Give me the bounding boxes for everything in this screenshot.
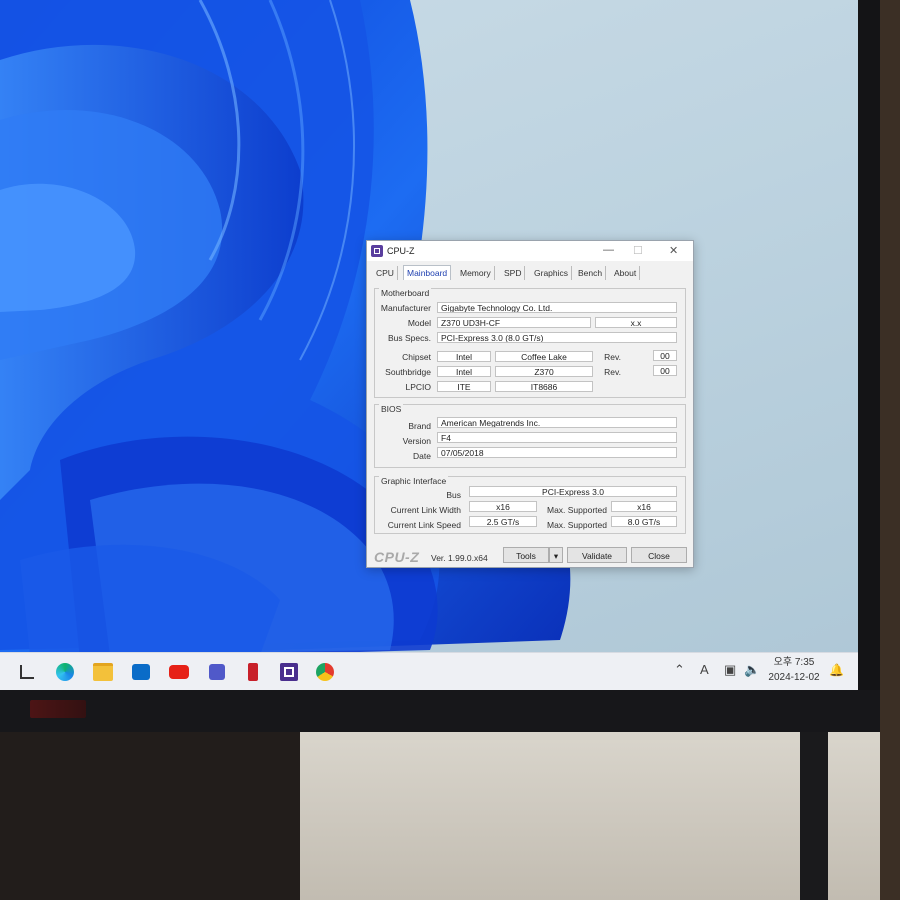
graphic-interface-group: Graphic Interface Bus PCI-Express 3.0 Cu… [374, 476, 686, 534]
desktop-screen: CPU-Z — ☐ ✕ CPU Mainboard Memory SPD Gra… [0, 0, 858, 690]
monitor-stand [800, 732, 828, 900]
cpuz-taskbar-icon[interactable] [278, 661, 300, 683]
teams-icon[interactable] [206, 661, 228, 683]
bios-date-value: 07/05/2018 [437, 447, 677, 458]
monitor-bezel [0, 690, 880, 732]
gi-max-speed-value: 8.0 GT/s [611, 516, 677, 527]
bios-title: BIOS [379, 404, 404, 414]
taskbar: ⌃ A ▣ 🔈 오후 7:35 2024-12-02 🔔 [0, 652, 858, 690]
background-desk [0, 732, 300, 900]
ime-indicator[interactable]: A [700, 662, 709, 677]
southbridge-name: Z370 [495, 366, 593, 377]
busspecs-value: PCI-Express 3.0 (8.0 GT/s) [437, 332, 677, 343]
tools-dropdown-button[interactable]: ▾ [549, 547, 563, 563]
tab-bench[interactable]: Bench [575, 266, 607, 280]
southbridge-rev-value: 00 [653, 365, 677, 376]
manufacturer-label: Manufacturer [380, 303, 431, 313]
red-app-icon[interactable] [242, 661, 264, 683]
tools-button[interactable]: Tools [503, 547, 549, 563]
gi-width-label: Current Link Width [390, 505, 461, 515]
model-label: Model [407, 318, 431, 328]
title-bar: CPU-Z — ☐ ✕ [367, 241, 693, 261]
minimize-button[interactable]: — [603, 244, 614, 256]
validate-button[interactable]: Validate [567, 547, 627, 563]
monitor: CPU-Z — ☐ ✕ CPU Mainboard Memory SPD Gra… [0, 0, 880, 732]
bios-brand-value: American Megatrends Inc. [437, 417, 677, 428]
bios-version-label: Version [402, 436, 431, 446]
southbridge-vendor: Intel [437, 366, 491, 377]
cpuz-logo: CPU-Z [374, 549, 420, 565]
graphic-interface-title: Graphic Interface [379, 476, 449, 486]
bios-group: BIOS Brand American Megatrends Inc. Vers… [374, 404, 686, 468]
bios-date-label: Date [413, 451, 431, 461]
gi-max-speed-label: Max. Supported [546, 520, 607, 530]
cpuz-footer: CPU-Z Ver. 1.99.0.x64 Tools ▾ Validate C… [367, 547, 693, 567]
gi-width-value: x16 [469, 501, 537, 512]
lpcio-label: LPCIO [405, 382, 431, 392]
edge-icon[interactable] [54, 661, 76, 683]
motherboard-title: Motherboard [379, 288, 432, 298]
gi-bus-value: PCI-Express 3.0 [469, 486, 677, 497]
busspecs-label: Bus Specs. [388, 333, 431, 343]
tab-graphics[interactable]: Graphics [531, 266, 573, 280]
tab-mainboard[interactable]: Mainboard [403, 265, 452, 280]
gi-max-width-label: Max. Supported [546, 505, 607, 515]
lpcio-vendor: ITE [437, 381, 491, 392]
background-edge [880, 0, 900, 900]
task-view-icon[interactable] [16, 661, 38, 683]
tab-cpu[interactable]: CPU [373, 266, 398, 280]
file-explorer-icon[interactable] [92, 661, 114, 683]
maximize-button[interactable]: ☐ [633, 244, 643, 257]
lpcio-name: IT8686 [495, 381, 593, 392]
window-title: CPU-Z [387, 246, 415, 256]
chipset-rev-label: Rev. [604, 352, 621, 362]
tab-memory[interactable]: Memory [457, 266, 495, 280]
tab-spd[interactable]: SPD [501, 266, 526, 280]
gi-bus-label: Bus [446, 490, 461, 500]
close-button[interactable]: Close [631, 547, 687, 563]
southbridge-rev-label: Rev. [604, 367, 621, 377]
clock-time: 오후 7:35 [773, 657, 815, 668]
model-value: Z370 UD3H-CF [437, 317, 591, 328]
cpuz-window: CPU-Z — ☐ ✕ CPU Mainboard Memory SPD Gra… [366, 240, 694, 568]
monitor-logo [30, 700, 86, 718]
close-window-button[interactable]: ✕ [669, 244, 678, 257]
tab-about[interactable]: About [611, 266, 641, 280]
gi-max-width-value: x16 [611, 501, 677, 512]
chipset-label: Chipset [402, 352, 431, 362]
volume-icon[interactable]: 🔈 [744, 662, 760, 678]
bios-version-value: F4 [437, 432, 677, 443]
notification-bell-icon[interactable]: 🔔 [829, 663, 844, 677]
chevron-down-icon: ▾ [553, 551, 559, 561]
chipset-vendor: Intel [437, 351, 491, 362]
cpuz-app-icon [371, 245, 383, 257]
chipset-name: Coffee Lake [495, 351, 593, 362]
outlook-icon[interactable] [130, 661, 152, 683]
model-rev-value: x.x [595, 317, 677, 328]
gi-speed-value: 2.5 GT/s [469, 516, 537, 527]
chipset-rev-value: 00 [653, 350, 677, 361]
youtube-icon[interactable] [168, 661, 190, 683]
motherboard-group: Motherboard Manufacturer Gigabyte Techno… [374, 288, 686, 398]
chrome-icon[interactable] [314, 661, 336, 683]
taskbar-clock[interactable]: 오후 7:35 2024-12-02 [764, 655, 824, 685]
bios-brand-label: Brand [408, 421, 431, 431]
network-icon[interactable]: ▣ [724, 662, 736, 678]
version-text: Ver. 1.99.0.x64 [431, 553, 488, 563]
gi-speed-label: Current Link Speed [387, 520, 461, 530]
clock-date: 2024-12-02 [768, 672, 820, 683]
manufacturer-value: Gigabyte Technology Co. Ltd. [437, 302, 677, 313]
show-hidden-icons-chevron[interactable]: ⌃ [674, 662, 685, 678]
southbridge-label: Southbridge [385, 367, 431, 377]
